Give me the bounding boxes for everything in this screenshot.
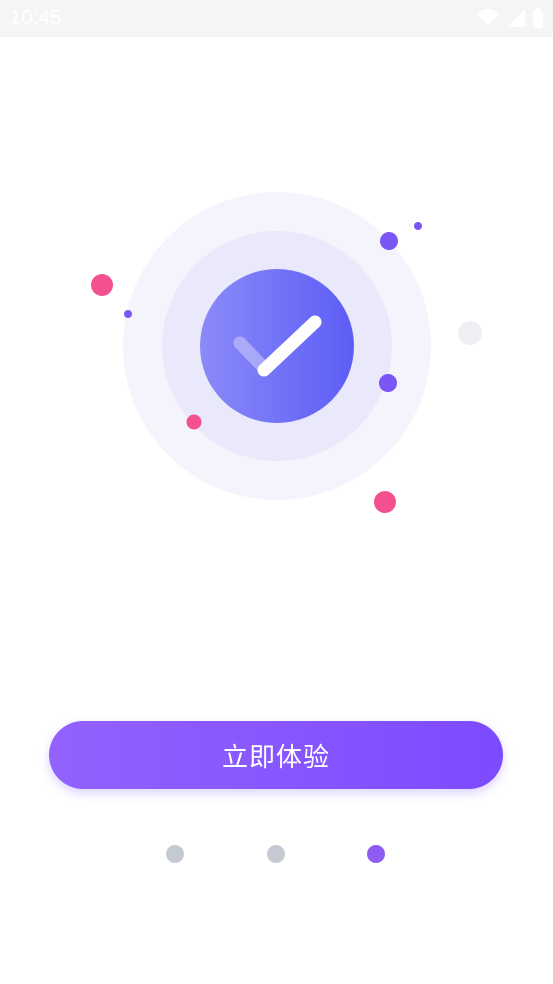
gray-dot [458, 321, 482, 345]
page-indicator [0, 845, 553, 865]
pink-dot [91, 274, 113, 296]
page-dot-1[interactable] [166, 845, 184, 863]
page-dot-3[interactable] [367, 845, 385, 863]
purple-dot [414, 222, 422, 230]
pink-dot [374, 491, 396, 513]
experience-now-label: 立即体验 [221, 742, 330, 773]
purple-dot [380, 232, 398, 250]
page-dot-2[interactable] [267, 845, 285, 863]
purple-dot [379, 374, 397, 392]
experience-now-button[interactable]: 立即体验 [49, 721, 503, 789]
check-disc [200, 269, 354, 423]
purple-dot [124, 310, 132, 318]
success-illustration [91, 192, 482, 513]
pink-dot [186, 414, 202, 430]
